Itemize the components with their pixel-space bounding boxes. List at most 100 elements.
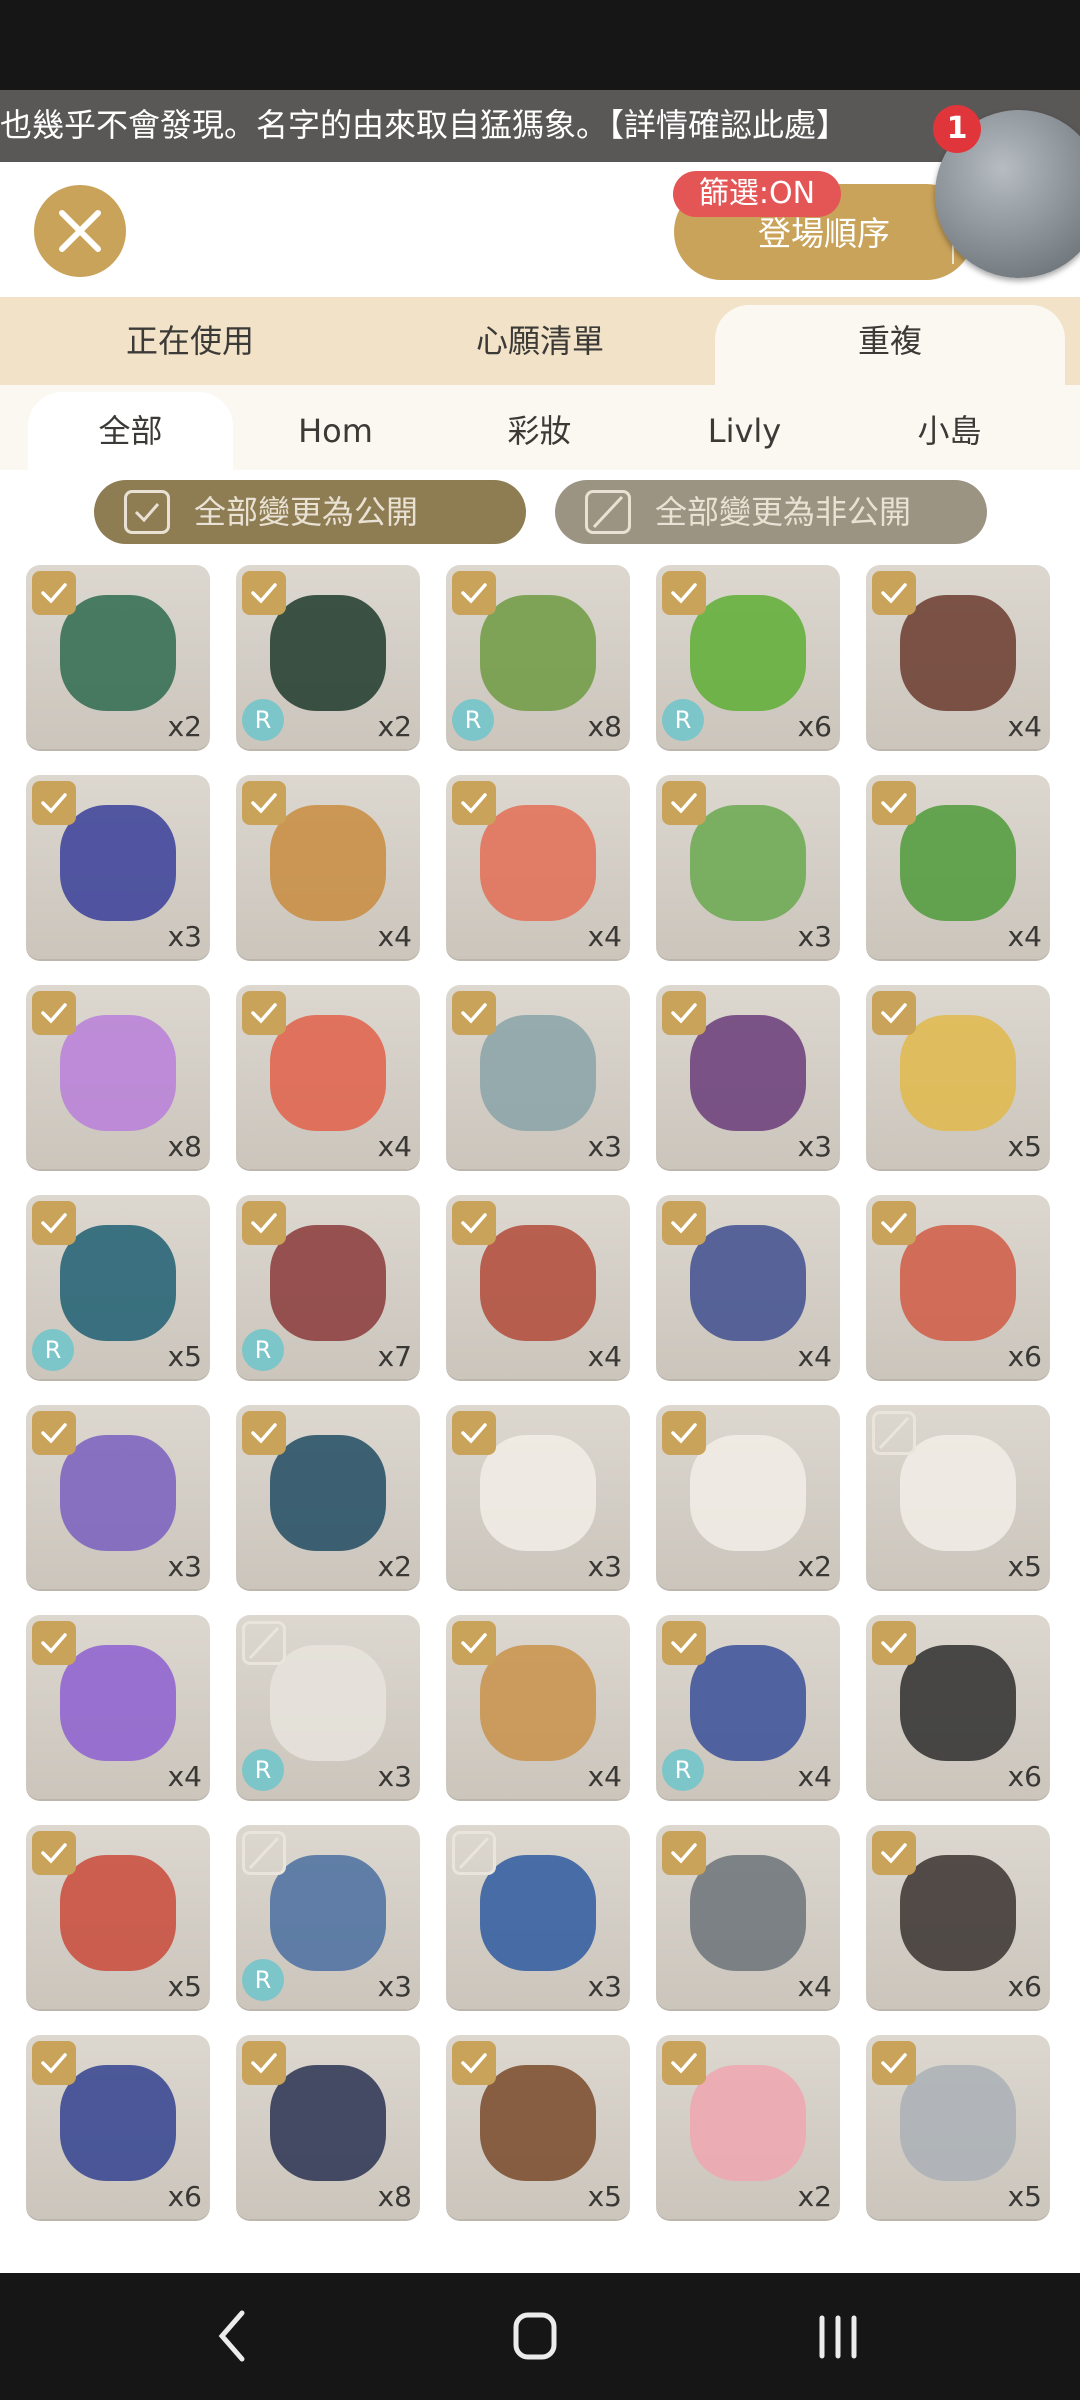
- item-card-rose-book[interactable]: x4: [236, 985, 420, 1169]
- item-card-rose-shelf[interactable]: x4: [446, 1195, 630, 1379]
- item-thumbnail: [270, 1855, 386, 1971]
- sub-tab-3[interactable]: 彩妝: [437, 392, 642, 470]
- checked-icon[interactable]: [662, 2041, 706, 2085]
- checked-icon[interactable]: [662, 571, 706, 615]
- checked-icon[interactable]: [452, 1621, 496, 1665]
- filter-badge[interactable]: 篩選:ON: [673, 171, 841, 217]
- item-card-blue-dress[interactable]: Rx3: [236, 1825, 420, 2009]
- item-card-boots-socks[interactable]: x4: [446, 1615, 630, 1799]
- checked-icon[interactable]: [32, 1831, 76, 1875]
- item-thumbnail: [480, 2065, 596, 2181]
- item-card-rose-teal-wall[interactable]: Rx5: [26, 1195, 210, 1379]
- item-card-hanging-vine[interactable]: x3: [656, 775, 840, 959]
- checked-icon[interactable]: [872, 1831, 916, 1875]
- home-icon[interactable]: [513, 2312, 557, 2360]
- checked-icon[interactable]: [242, 571, 286, 615]
- item-card-glasses-head[interactable]: x6: [866, 1615, 1050, 1799]
- checked-icon[interactable]: [32, 781, 76, 825]
- checked-icon[interactable]: [452, 1201, 496, 1245]
- item-card-purple-flower-dome[interactable]: x3: [26, 1405, 210, 1589]
- checked-icon[interactable]: [872, 1621, 916, 1665]
- checked-icon[interactable]: [32, 1621, 76, 1665]
- unchecked-icon[interactable]: [242, 1621, 286, 1665]
- checked-icon[interactable]: [872, 571, 916, 615]
- checked-icon[interactable]: [242, 1411, 286, 1455]
- checked-icon[interactable]: [242, 1201, 286, 1245]
- checked-icon[interactable]: [662, 991, 706, 1035]
- item-card-rose-shelf-right[interactable]: x6: [866, 1195, 1050, 1379]
- checked-icon[interactable]: [662, 1411, 706, 1455]
- sub-tab-1[interactable]: 全部: [28, 392, 233, 470]
- back-icon[interactable]: [218, 2310, 245, 2362]
- checked-icon[interactable]: [452, 781, 496, 825]
- checked-icon[interactable]: [662, 1621, 706, 1665]
- checked-icon[interactable]: [452, 2041, 496, 2085]
- news-ticker[interactable]: 也幾乎不會發現。名字的由來取自猛獁象。【詳情確認此處】: [0, 90, 1080, 162]
- checked-icon[interactable]: [32, 1201, 76, 1245]
- item-card-floor-books[interactable]: x4: [656, 1195, 840, 1379]
- checked-icon[interactable]: [32, 1411, 76, 1455]
- rare-badge-icon: R: [452, 699, 494, 741]
- close-button[interactable]: [34, 185, 126, 277]
- sub-tab-5[interactable]: 小島: [847, 392, 1052, 470]
- checked-icon[interactable]: [872, 2041, 916, 2085]
- unchecked-icon[interactable]: [242, 1831, 286, 1875]
- item-card-grey-stockings[interactable]: x5: [866, 2035, 1050, 2219]
- checked-icon[interactable]: [32, 571, 76, 615]
- item-card-black-boots[interactable]: x6: [866, 1825, 1050, 2009]
- checked-icon[interactable]: [662, 1831, 706, 1875]
- item-card-book-stack[interactable]: x3: [26, 775, 210, 959]
- item-card-belted-book[interactable]: x5: [446, 2035, 630, 2219]
- checked-icon[interactable]: [872, 1201, 916, 1245]
- main-tab-2[interactable]: 心願清單: [380, 297, 700, 385]
- checked-icon[interactable]: [242, 991, 286, 1035]
- item-card-tree-head[interactable]: x5: [26, 1825, 210, 2009]
- sub-tab-4[interactable]: Livly: [642, 392, 847, 470]
- checked-icon[interactable]: [662, 781, 706, 825]
- item-card-head-plain-2[interactable]: x2: [656, 1405, 840, 1589]
- item-card-script-paper[interactable]: Rx3: [236, 1615, 420, 1799]
- checked-icon[interactable]: [662, 1201, 706, 1245]
- item-card-navy-stockings[interactable]: x8: [236, 2035, 420, 2219]
- item-card-red-flower-dome[interactable]: x4: [446, 775, 630, 959]
- item-card-white-flower-dome[interactable]: x4: [236, 775, 420, 959]
- item-card-book-hat[interactable]: Rx4: [656, 1615, 840, 1799]
- checked-icon[interactable]: [32, 991, 76, 1035]
- checked-icon[interactable]: [242, 2041, 286, 2085]
- item-card-text-wallpaper[interactable]: x2: [236, 1405, 420, 1589]
- item-card-green-bush[interactable]: Rx6: [656, 565, 840, 749]
- item-card-flower-glass-vase[interactable]: x4: [26, 1615, 210, 1799]
- main-tab-3[interactable]: 重複: [715, 305, 1065, 385]
- item-card-hanging-lanterns[interactable]: x5: [866, 985, 1050, 1169]
- item-card-moss-red-wall[interactable]: Rx7: [236, 1195, 420, 1379]
- checked-icon[interactable]: [452, 1411, 496, 1455]
- unchecked-icon[interactable]: [872, 1411, 916, 1455]
- sub-tab-2[interactable]: Hom: [233, 392, 438, 470]
- item-card-open-book[interactable]: x3: [446, 985, 630, 1169]
- recent-apps-icon[interactable]: [819, 2315, 857, 2359]
- item-card-pink-flower-vase[interactable]: x2: [656, 2035, 840, 2219]
- item-card-jungle-backdrop[interactable]: Rx2: [236, 565, 420, 749]
- checked-icon[interactable]: [452, 571, 496, 615]
- item-card-corner-books[interactable]: x3: [656, 985, 840, 1169]
- item-card-purple-bouquet-vase[interactable]: x8: [26, 985, 210, 1169]
- main-tab-1[interactable]: 正在使用: [0, 297, 380, 385]
- item-card-head-plain-1[interactable]: x3: [446, 1405, 630, 1589]
- item-card-terrarium-bowl[interactable]: x4: [866, 565, 1050, 749]
- item-card-jungle-frame[interactable]: x2: [26, 565, 210, 749]
- set-all-public-button[interactable]: 全部變更為公開: [94, 480, 526, 544]
- item-card-shorts-legs[interactable]: x4: [656, 1825, 840, 2009]
- item-card-moss-book[interactable]: Rx8: [446, 565, 630, 749]
- checked-icon[interactable]: [452, 991, 496, 1035]
- checked-icon[interactable]: [872, 991, 916, 1035]
- item-card-blue-tome[interactable]: x6: [26, 2035, 210, 2219]
- unchecked-icon[interactable]: [452, 1831, 496, 1875]
- item-thumbnail: [270, 1015, 386, 1131]
- item-card-head-plain-3[interactable]: x5: [866, 1405, 1050, 1589]
- checked-icon[interactable]: [242, 781, 286, 825]
- item-card-vest-outfit[interactable]: x3: [446, 1825, 630, 2009]
- item-card-flower-hedge[interactable]: x4: [866, 775, 1050, 959]
- set-all-private-button[interactable]: 全部變更為非公開: [555, 480, 987, 544]
- checked-icon[interactable]: [32, 2041, 76, 2085]
- checked-icon[interactable]: [872, 781, 916, 825]
